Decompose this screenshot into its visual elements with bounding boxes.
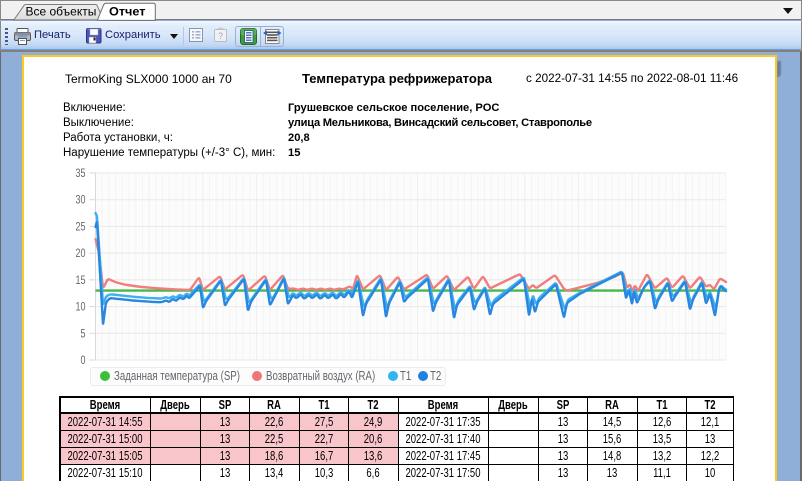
svg-text:30: 30 bbox=[76, 194, 86, 206]
svg-text:Все объекты: Все объекты bbox=[26, 5, 97, 19]
svg-text:0: 0 bbox=[81, 355, 86, 365]
svg-text:15: 15 bbox=[76, 274, 86, 286]
svg-text:20: 20 bbox=[76, 248, 86, 260]
svg-text:?: ? bbox=[218, 31, 223, 41]
svg-text:Отчет: Отчет bbox=[109, 5, 146, 19]
svg-text:25: 25 bbox=[76, 221, 86, 233]
svg-text:10: 10 bbox=[76, 301, 86, 313]
svg-text:35: 35 bbox=[76, 168, 86, 180]
svg-text:5: 5 bbox=[81, 328, 86, 340]
